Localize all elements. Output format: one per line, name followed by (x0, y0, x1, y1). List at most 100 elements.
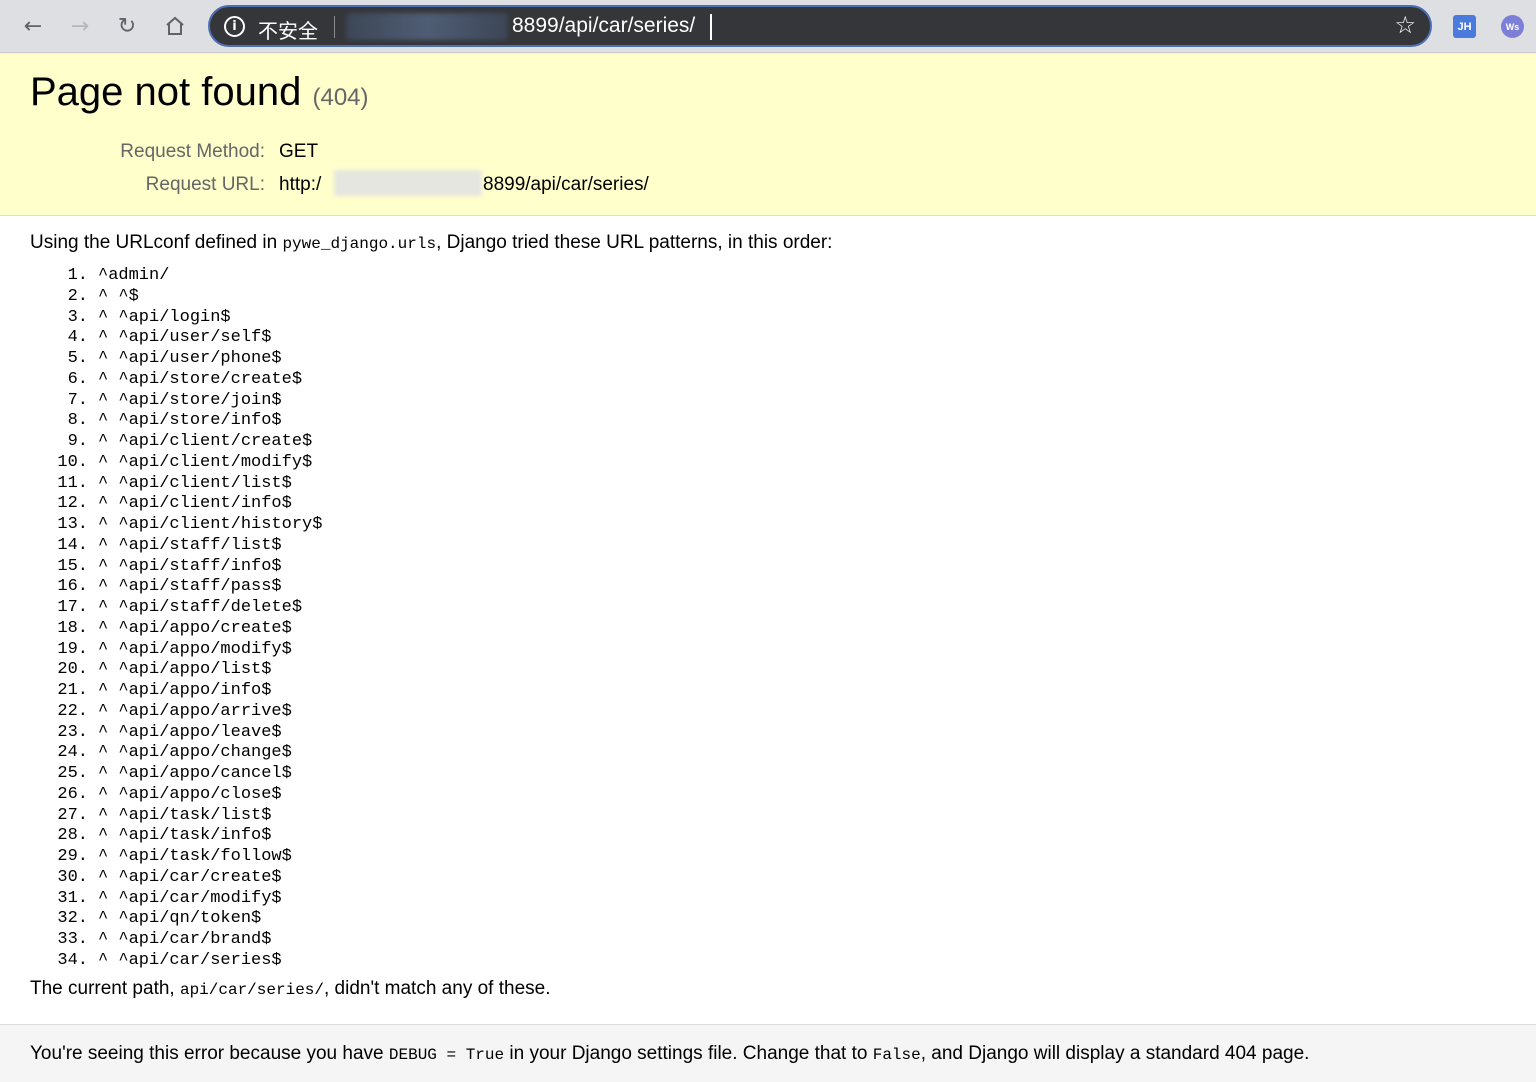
pattern-text: ^ ^api/client/history$ (98, 515, 323, 534)
false-code: False (872, 1046, 921, 1064)
pattern-text: ^ ^api/appo/close$ (98, 784, 282, 804)
url-pattern-item: 7. ^ ^api/store/join$ (30, 391, 1510, 412)
pattern-text: ^ ^api/login$ (98, 307, 231, 327)
forward-button[interactable]: → (64, 10, 96, 42)
url-pattern-item: 8. ^ ^api/store/info$ (30, 411, 1510, 432)
pattern-number: 29. (57, 847, 88, 866)
arrow-right-icon: → (70, 13, 90, 39)
pattern-number: 7. (67, 390, 88, 410)
url-pattern-item: 6. ^ ^api/store/create$ (30, 370, 1510, 391)
pattern-text: ^ ^api/staff/delete$ (98, 598, 303, 617)
pattern-text: ^ ^api/task/info$ (98, 826, 272, 846)
url-pattern-item: 10. ^ ^api/client/modify$ (30, 453, 1510, 474)
pattern-number: 24. (57, 743, 88, 763)
pattern-number: 5. (67, 349, 88, 368)
bookmark-star-icon[interactable]: ☆ (1394, 11, 1416, 39)
pattern-text: ^admin/ (98, 266, 170, 285)
pattern-text: ^ ^api/staff/list$ (98, 535, 282, 555)
pattern-text: ^ ^api/appo/arrive$ (98, 701, 292, 721)
home-icon (166, 16, 184, 35)
pattern-number: 31. (57, 888, 88, 908)
explanation-part1: You're seeing this error because you hav… (30, 1043, 389, 1064)
pattern-number: 11. (57, 473, 88, 493)
url-pattern-item: 3. ^ ^api/login$ (30, 308, 1510, 329)
pattern-text: ^ ^api/staff/pass$ (98, 577, 282, 597)
reload-icon: ↻ (117, 13, 137, 39)
pattern-text: ^ ^api/client/create$ (98, 432, 313, 451)
pattern-number: 2. (67, 286, 88, 306)
address-bar[interactable]: i 不安全 8899/api/car/series/ ☆ (208, 5, 1432, 47)
intro-prefix: Using the URLconf defined in (30, 232, 283, 253)
pattern-number: 8. (67, 411, 88, 431)
url-pattern-item: 20. ^ ^api/appo/list$ (30, 660, 1510, 681)
reload-button[interactable]: ↻ (111, 10, 143, 42)
info-icon[interactable]: i (224, 16, 245, 37)
pattern-text: ^ ^api/appo/list$ (98, 660, 272, 680)
extension-jh-icon[interactable]: JH (1453, 15, 1476, 38)
pattern-text: ^ ^api/staff/info$ (98, 556, 282, 576)
current-prefix: The current path, (30, 977, 180, 999)
request-method-value: GET (279, 141, 319, 162)
arrow-left-icon: ← (23, 13, 43, 39)
extension-ws-icon[interactable]: Ws (1501, 15, 1524, 38)
url-pattern-item: 32. ^ ^api/qn/token$ (30, 909, 1510, 930)
pattern-number: 23. (57, 722, 88, 742)
pattern-number: 13. (57, 515, 88, 534)
back-button[interactable]: ← (17, 10, 49, 42)
pattern-number: 22. (57, 701, 88, 721)
urlconf-module: pywe_django.urls (282, 235, 437, 253)
pattern-text: ^ ^api/client/info$ (98, 494, 292, 514)
page-content: Page not found (404) Request Method: GET… (0, 54, 1536, 1082)
url-pattern-item: 25. ^ ^api/appo/cancel$ (30, 764, 1510, 785)
url-pattern-item: 2. ^ ^$ (30, 287, 1510, 308)
redacted-host (346, 13, 508, 40)
security-label[interactable]: 不安全 (258, 15, 318, 44)
request-url-suffix: 8899/api/car/series/ (483, 174, 649, 195)
pattern-text: ^ ^api/task/follow$ (98, 847, 292, 866)
url-pattern-item: 16. ^ ^api/staff/pass$ (30, 577, 1510, 598)
request-url-label: Request URL: (145, 174, 265, 195)
pattern-text: ^ ^api/car/series$ (98, 950, 282, 970)
urlconf-intro: Using the URLconf defined in pywe_django… (30, 232, 1510, 254)
pattern-text: ^ ^api/store/info$ (98, 411, 282, 431)
pattern-text: ^ ^api/client/modify$ (98, 452, 313, 472)
explanation-part3: , and Django will display a standard 404… (920, 1043, 1310, 1064)
divider (334, 16, 335, 38)
page-title: Page not found (404) (30, 70, 369, 115)
pattern-number: 4. (67, 328, 88, 348)
request-method-label: Request Method: (120, 141, 265, 162)
pattern-number: 32. (57, 909, 88, 929)
url-pattern-item: 13. ^ ^api/client/history$ (30, 515, 1510, 536)
url-pattern-item: 30. ^ ^api/car/create$ (30, 868, 1510, 889)
url-pattern-item: 26. ^ ^api/appo/close$ (30, 785, 1510, 806)
url-pattern-item: 27. ^ ^api/task/list$ (30, 806, 1510, 827)
title-text: Page not found (30, 70, 302, 114)
url-pattern-item: 12. ^ ^api/client/info$ (30, 494, 1510, 515)
pattern-number: 16. (57, 577, 88, 597)
url-pattern-item: 24. ^ ^api/appo/change$ (30, 743, 1510, 764)
pattern-number: 3. (67, 307, 88, 327)
redacted-host (334, 170, 482, 196)
home-button[interactable] (159, 10, 191, 42)
pattern-number: 17. (57, 598, 88, 617)
pattern-number: 18. (57, 618, 88, 638)
url-pattern-item: 34. ^ ^api/car/series$ (30, 951, 1510, 972)
url-pattern-item: 19. ^ ^api/appo/modify$ (30, 640, 1510, 661)
explanation-text: You're seeing this error because you hav… (30, 1043, 1309, 1065)
pattern-number: 10. (57, 452, 88, 472)
pattern-text: ^ ^api/car/create$ (98, 867, 282, 887)
url-pattern-item: 9. ^ ^api/client/create$ (30, 432, 1510, 453)
pattern-text: ^ ^api/appo/change$ (98, 743, 292, 763)
url-pattern-item: 29. ^ ^api/task/follow$ (30, 847, 1510, 868)
pattern-number: 27. (57, 805, 88, 825)
url-pattern-item: 17. ^ ^api/staff/delete$ (30, 598, 1510, 619)
url-pattern-item: 15. ^ ^api/staff/info$ (30, 557, 1510, 578)
status-code: (404) (312, 84, 369, 111)
url-pattern-item: 18. ^ ^api/appo/create$ (30, 619, 1510, 640)
url-pattern-item: 5. ^ ^api/user/phone$ (30, 349, 1510, 370)
pattern-text: ^ ^api/store/create$ (98, 369, 303, 389)
url-pattern-item: 21. ^ ^api/appo/info$ (30, 681, 1510, 702)
url-text[interactable]: 8899/api/car/series/ (512, 14, 695, 38)
pattern-text: ^ ^api/car/modify$ (98, 888, 282, 908)
pattern-number: 33. (57, 930, 88, 949)
